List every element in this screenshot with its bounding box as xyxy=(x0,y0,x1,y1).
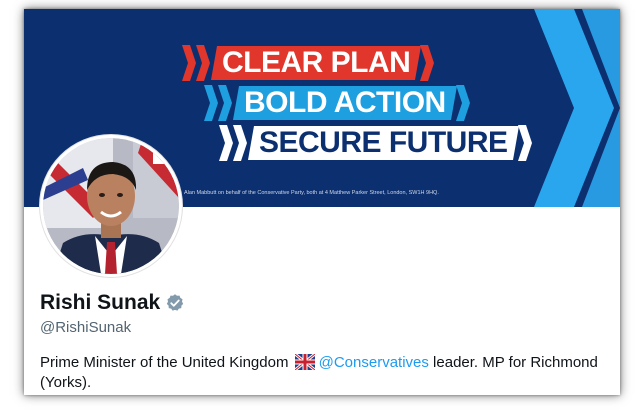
bio-prefix: Prime Minister of the United Kingdom xyxy=(40,354,289,371)
banner-side-stripes xyxy=(534,9,620,207)
verified-badge-icon[interactable] xyxy=(165,293,185,313)
banner-imprint: Alan Mabbutt on behalf of the Conservati… xyxy=(184,190,439,196)
avatar[interactable] xyxy=(40,135,182,277)
banner-line-2: BOLD ACTION xyxy=(204,85,472,121)
avatar-photo xyxy=(43,138,179,274)
banner-line-2-text: BOLD ACTION xyxy=(244,86,446,119)
banner-line-3: SECURE FUTURE xyxy=(219,125,534,161)
white-chevron-icon xyxy=(219,125,247,161)
banner-line-1: CLEAR PLAN xyxy=(182,45,436,81)
red-chevron-icon xyxy=(182,45,210,81)
blue-chevron-end-icon xyxy=(455,85,470,121)
bio-mention-link[interactable]: @Conservatives xyxy=(319,354,429,371)
banner-line-1-box: CLEAR PLAN xyxy=(211,46,422,80)
profile-bio: Prime Minister of the United Kingdom @Co… xyxy=(40,353,600,393)
banner-line-1-text: CLEAR PLAN xyxy=(222,46,411,79)
banner-line-3-text: SECURE FUTURE xyxy=(259,126,508,159)
white-chevron-end-icon xyxy=(517,125,532,161)
profile-handle: @RishiSunak xyxy=(40,319,132,336)
uk-flag-icon xyxy=(294,354,315,370)
red-chevron-end-icon xyxy=(420,45,435,81)
banner-line-3-box: SECURE FUTURE xyxy=(248,126,519,160)
banner-line-2-box: BOLD ACTION xyxy=(233,86,457,120)
profile-name: Rishi Sunak xyxy=(40,291,161,314)
name-row: Rishi Sunak xyxy=(40,291,185,315)
blue-chevron-icon xyxy=(204,85,232,121)
profile-card: CLEAR PLAN BOLD ACTION SECURE FUTURE Ala… xyxy=(24,9,620,395)
